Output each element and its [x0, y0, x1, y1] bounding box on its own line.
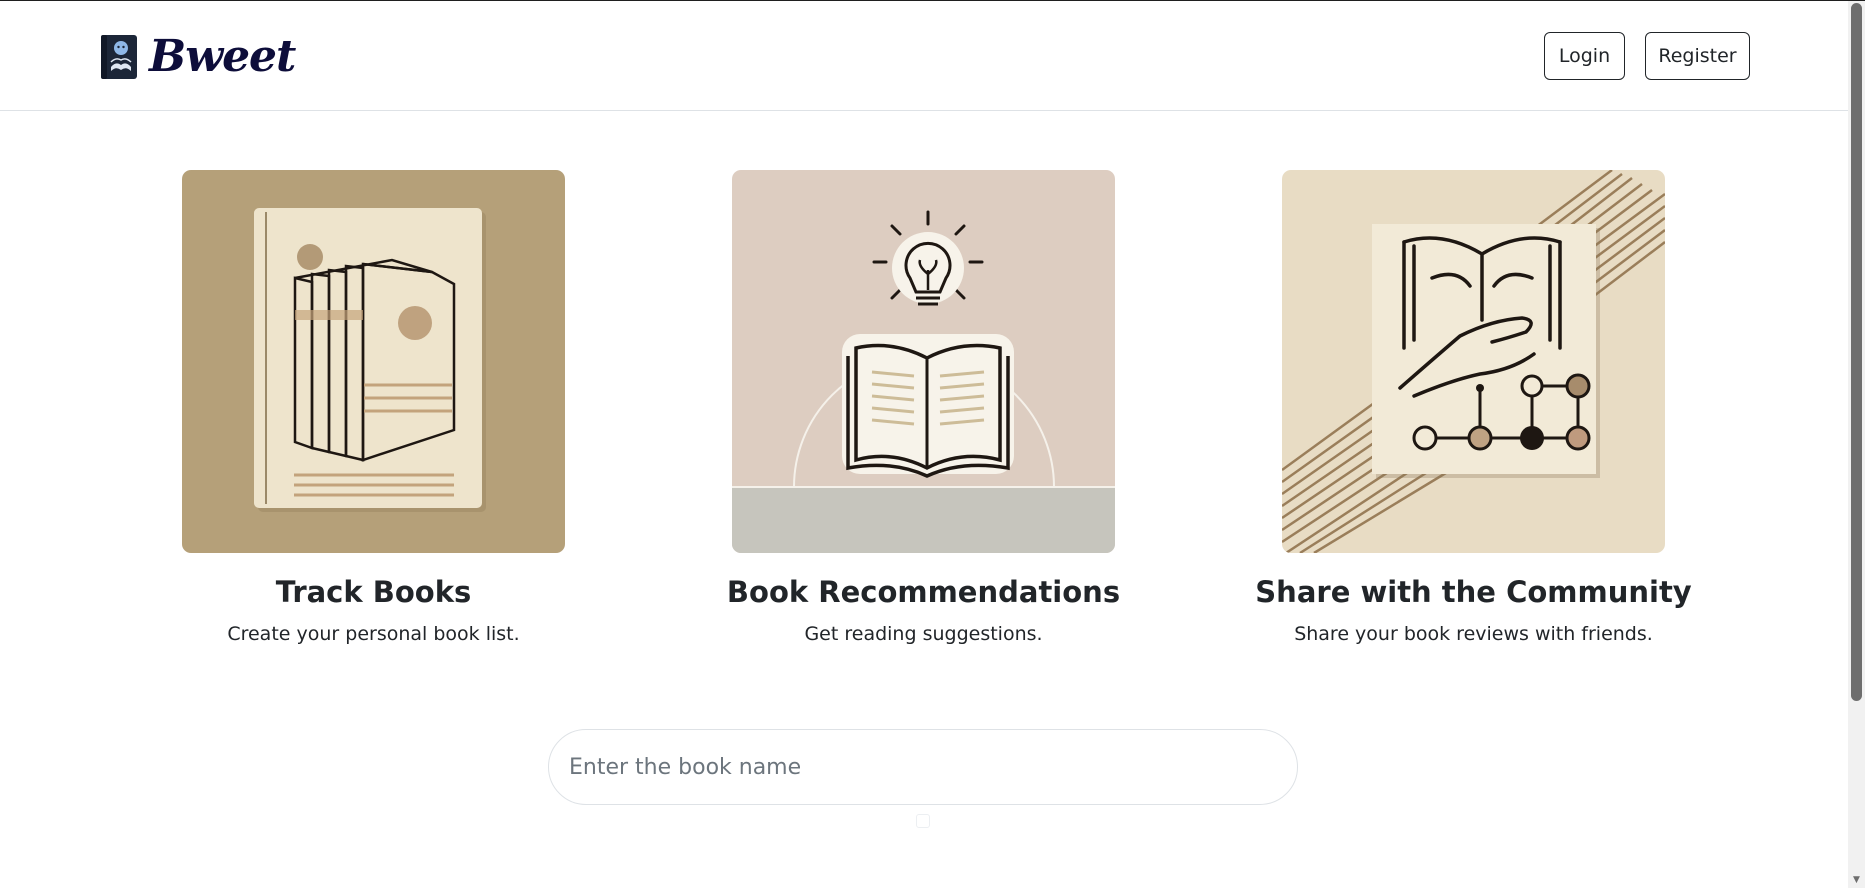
book-search-input[interactable] — [548, 729, 1298, 805]
feature-title: Track Books — [275, 575, 472, 609]
login-button[interactable]: Login — [1544, 32, 1625, 80]
book-logo-icon — [101, 35, 137, 79]
feature-card-recommendations: Book Recommendations Get reading suggest… — [727, 170, 1120, 645]
brand-logo[interactable]: Bweet — [99, 31, 296, 82]
search-loading-indicator — [916, 814, 930, 828]
feature-title: Share with the Community — [1255, 575, 1692, 609]
feature-image-track-books — [182, 170, 565, 553]
feature-card-community: Share with the Community Share your book… — [1255, 170, 1692, 645]
feature-card-track-books: Track Books Create your personal book li… — [182, 170, 565, 645]
feature-description: Get reading suggestions. — [804, 623, 1043, 645]
feature-description: Share your book reviews with friends. — [1294, 623, 1653, 645]
feature-description: Create your personal book list. — [227, 623, 520, 645]
feature-image-community — [1282, 170, 1665, 553]
brand-name: Bweet — [149, 31, 296, 82]
scrollbar-thumb[interactable] — [1851, 3, 1862, 701]
register-button[interactable]: Register — [1645, 32, 1750, 80]
books-illustration-icon — [182, 170, 565, 553]
feature-image-recommendations — [732, 170, 1115, 553]
feature-title: Book Recommendations — [726, 575, 1121, 609]
page-scrollbar[interactable]: ▼ — [1848, 1, 1865, 888]
hand-book-network-illustration-icon — [1282, 170, 1665, 553]
lightbulb-book-illustration-icon — [732, 170, 1115, 553]
scroll-down-arrow-icon[interactable]: ▼ — [1852, 876, 1861, 885]
top-navbar: Bweet Login Register — [0, 2, 1848, 111]
